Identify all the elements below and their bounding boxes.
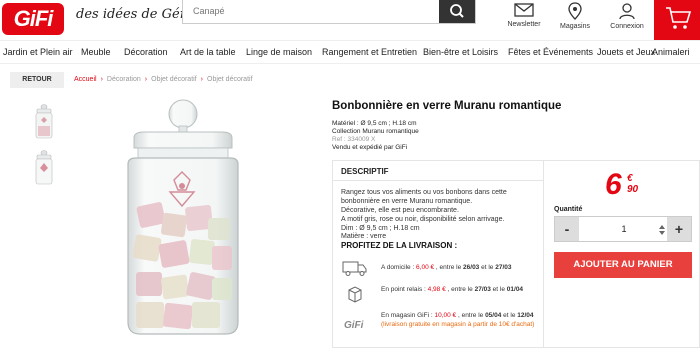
nav-item[interactable]: Linge de maison [246,47,312,57]
cart-button[interactable] [654,0,700,40]
product-ref: Ref : 334009 X [332,136,376,143]
search-button[interactable] [439,0,475,23]
price-display: 6 €90 [605,168,638,201]
delivery-label: A domicile : [381,264,417,271]
delivery-date-end: 01/04 [506,286,524,293]
chevron-right-icon: › [100,76,103,83]
category-nav: Jardin et Plein air Meuble Décoration Ar… [0,40,700,64]
search-icon [450,4,464,18]
site-header: GiFi des idées de Génie ! Newsletter Mag… [0,0,700,40]
product-title: Bonbonnière en verre Muranu romantique [332,100,562,112]
login-label: Connexion [610,23,644,30]
newsletter-label: Newsletter [507,21,541,28]
nav-item[interactable]: Décoration [124,47,168,57]
delivery-note: (livraison gratuite en magasin à partir … [381,321,535,328]
nav-item[interactable]: Jardin et Plein air [3,47,73,57]
thumbnail-2[interactable] [32,150,56,186]
relay-box-icon [341,285,369,303]
delivery-date-start: 26/03 [463,264,480,271]
map-pin-icon [568,2,582,20]
description-text: Matière : verre [341,233,387,240]
delivery-label: En magasin GiFi : [381,312,435,319]
delivery-and: et le [490,286,507,293]
description-panel: DESCRIPTIF Rangez tous vos aliments ou v… [332,160,544,348]
delivery-date-end: 12/04 [517,312,534,319]
breadcrumb-item-home[interactable]: Accueil [74,76,97,83]
user-icon [619,3,635,20]
product-collection: Collection Muranu romantique [332,128,419,135]
nav-item[interactable]: Fêtes et Événements [508,47,593,57]
delivery-price: 6,00 € [416,264,435,271]
delivery-label: En point relais : [381,286,428,293]
quantity-decrease-button[interactable]: - [555,217,579,241]
delivery-date-start: 27/03 [474,286,491,293]
nav-item[interactable]: Rangement et Entretien [322,47,417,57]
breadcrumb-item[interactable]: Objet décoratif [151,76,197,83]
nav-item[interactable]: Meuble [81,47,111,57]
gifi-store-icon: GiFi [341,315,369,333]
newsletter-link[interactable]: Newsletter [499,2,549,28]
chevron-right-icon: › [200,76,203,83]
login-link[interactable]: Connexion [602,2,652,30]
delivery-price: 10,00 € [434,312,457,319]
price-cents-value: 90 [627,184,639,195]
delivery-date-end: 27/03 [495,264,512,271]
price-integer: 6 [605,168,622,201]
thumbnail-1[interactable] [32,104,56,140]
delivery-store-text: En magasin GiFi : 10,00 € , entre le 05/… [381,311,541,329]
glass-jar-image [127,99,239,335]
nav-item[interactable]: Art de la table [180,47,236,57]
spinner-arrows-icon [659,225,665,235]
delivery-and: et le [501,312,518,319]
stores-link[interactable]: Magasins [550,2,600,30]
product-sold-by: Vendu et expédié par GiFi [332,144,408,151]
back-button[interactable]: RETOUR [10,72,64,88]
nav-item[interactable]: Bien-être et Loisirs [423,47,498,57]
delivery-home-text: A domicile : 6,00 € , entre le 26/03 et … [381,263,541,272]
product-main-image[interactable] [120,96,246,338]
description-text: Décorative, elle est peu encombrante. [341,207,459,214]
breadcrumb-item[interactable]: Objet décoratif [207,76,253,83]
delivery-and: et le [479,264,496,271]
breadcrumb-trail: Accueil › Décoration › Objet décoratif › Objet… [74,76,253,83]
breadcrumb-item[interactable]: Décoration [107,76,141,83]
description-heading: DESCRIPTIF [333,161,543,181]
quantity-label: Quantité [554,206,583,213]
description-text: bonbonnière en verre Muranu romantique. [341,198,473,205]
price-currency: € [627,173,633,184]
cart-icon [666,7,692,29]
add-to-cart-button[interactable]: AJOUTER AU PANIER [554,252,692,278]
truck-icon [341,259,369,277]
quantity-input[interactable]: 1 [579,217,669,241]
delivery-between: , entre le [445,286,475,293]
gifi-logo[interactable]: GiFi [2,3,64,35]
description-text: Rangez tous vos aliments ou vos bonbons … [341,189,507,196]
product-dimensions: Matériel : Ø 9,5 cm ; H.18 cm [332,120,417,127]
description-text: Dim : Ø 9,5 cm ; H.18 cm [341,225,420,232]
delivery-heading: PROFITEZ DE LA LIVRAISON : [341,241,458,250]
price-cents: €90 [627,173,638,195]
quantity-stepper: - 1 + [554,216,692,242]
quantity-increase-button[interactable]: + [667,217,691,241]
description-text: A motif gris, rose ou noir, disponibilit… [341,216,505,223]
nav-item[interactable]: Jouets et Jeux [597,47,655,57]
delivery-between: , entre le [434,264,464,271]
delivery-relay-text: En point relais : 4,98 € , entre le 27/0… [381,285,541,294]
stores-label: Magasins [560,23,590,30]
svg-text:GiFi: GiFi [344,320,364,331]
nav-item[interactable]: Animaleri [652,47,690,57]
jar-thumbnail-image [35,104,53,139]
delivery-price: 4,98 € [427,286,446,293]
jar-thumbnail-image [35,150,53,185]
search-input[interactable] [183,0,435,22]
delivery-between: , entre le [456,312,486,319]
chevron-right-icon: › [144,76,148,83]
search-bar [182,0,476,24]
envelope-icon [514,3,534,17]
delivery-date-start: 05/04 [485,312,502,319]
